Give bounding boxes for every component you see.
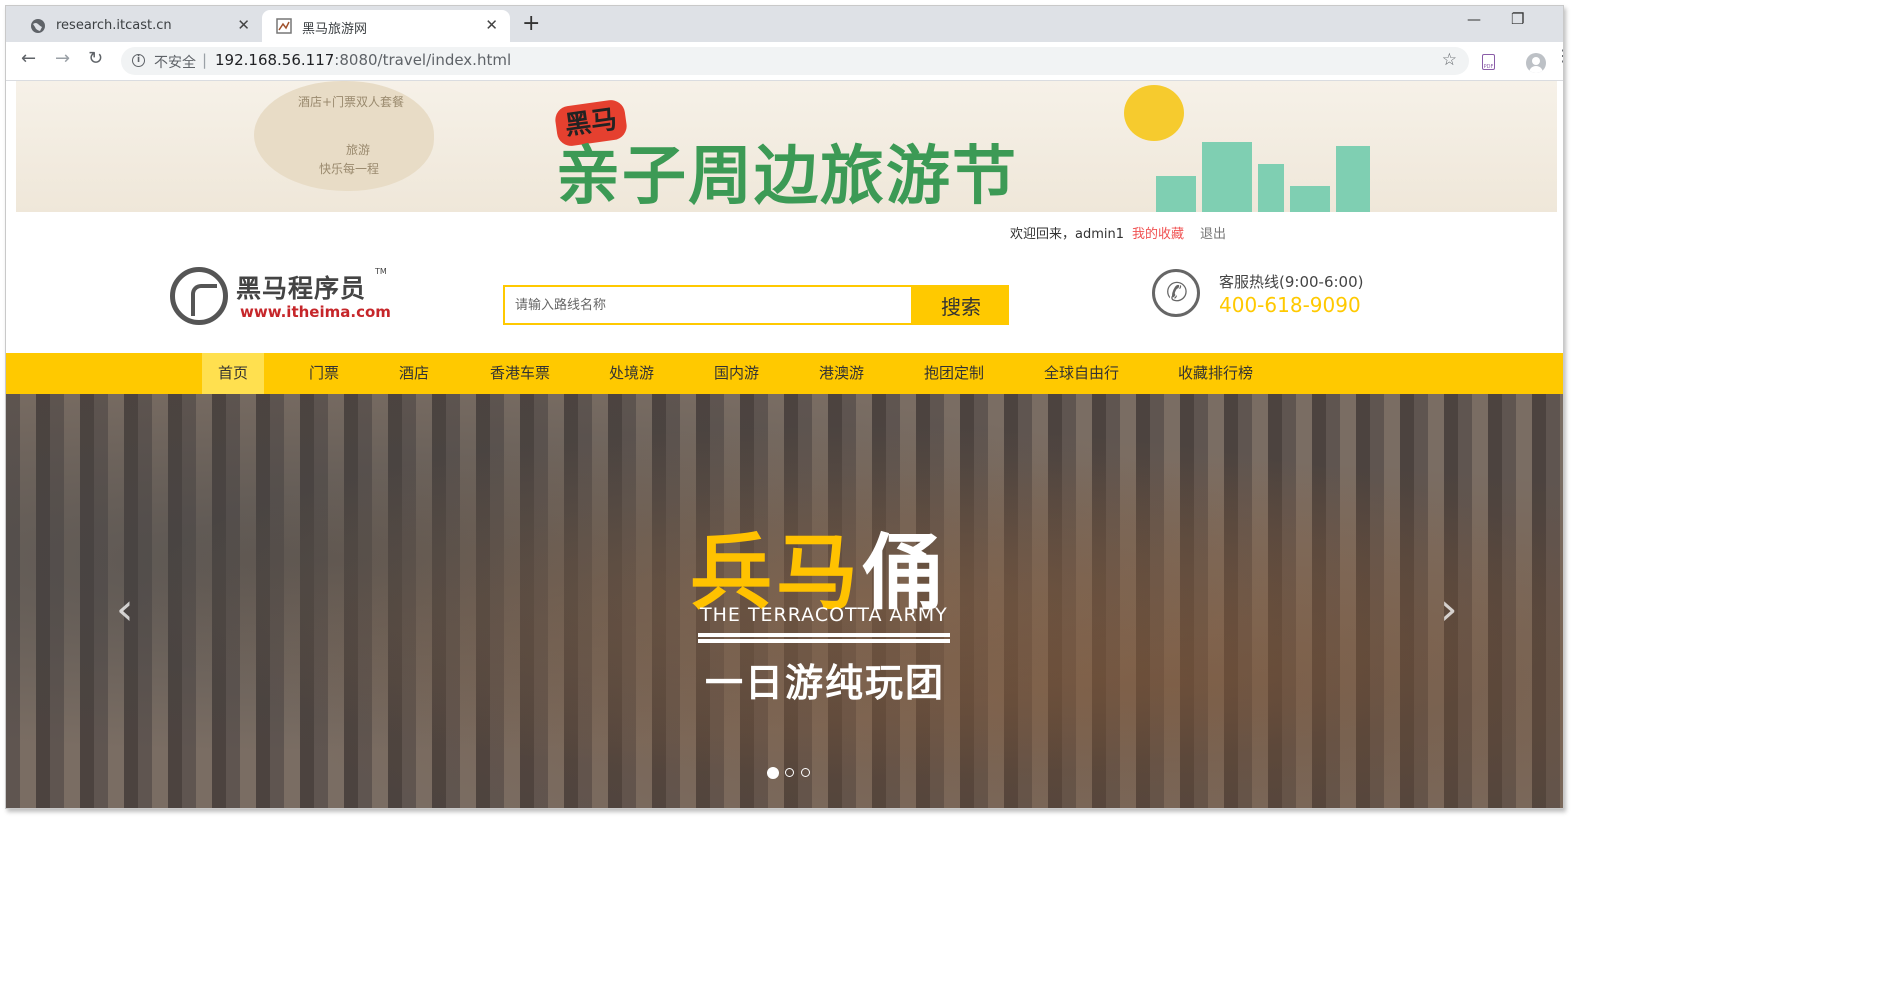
nav-item-hk-macau[interactable]: 港澳游 xyxy=(819,353,864,394)
nav-item-custom-group[interactable]: 抱团定制 xyxy=(924,353,984,394)
close-icon[interactable]: ✕ xyxy=(485,16,498,34)
separator: | xyxy=(202,51,208,69)
url-text[interactable]: 192.168.56.117:8080/travel/index.html xyxy=(215,51,511,69)
carousel-dot[interactable] xyxy=(785,768,794,777)
forward-icon[interactable]: → xyxy=(55,50,70,68)
carousel-dot[interactable] xyxy=(767,767,779,779)
hero-divider xyxy=(698,633,950,637)
nav-item-global-free[interactable]: 全球自由行 xyxy=(1044,353,1119,394)
browser-window: research.itcast.cn ✕ 黑马旅游网 ✕ + — ❐ ← → ↻… xyxy=(5,5,1564,809)
banner-side-text: 快乐每一程 xyxy=(319,162,380,176)
user-bar: 欢迎回来，admin1 我的收藏 退出 xyxy=(6,212,1563,248)
nav-item-tickets[interactable]: 门票 xyxy=(309,353,339,394)
url-host: 192.168.56.117 xyxy=(215,51,335,69)
security-label: 不安全 xyxy=(154,55,196,71)
nav-item-outbound[interactable]: 处境游 xyxy=(609,353,654,394)
tab-strip: research.itcast.cn ✕ 黑马旅游网 ✕ + — ❐ xyxy=(6,6,1563,42)
page-viewport: 酒店+门票双人套餐 旅游 快乐每一程 黑马 亲子周边旅游节 欢迎回来，admin… xyxy=(6,81,1563,808)
city-building xyxy=(1290,186,1330,212)
carousel-dot[interactable] xyxy=(801,768,810,777)
nav-item-home[interactable]: 首页 xyxy=(202,353,265,394)
phone-icon: ✆ xyxy=(1152,269,1200,317)
info-icon[interactable]: i xyxy=(132,54,145,67)
tab-title: 黑马旅游网 xyxy=(302,22,368,37)
restore-icon[interactable]: ❐ xyxy=(1511,10,1524,28)
nav-item-hk-bus[interactable]: 香港车票 xyxy=(490,353,550,394)
hotline-label: 客服热线(9:00-6:00) xyxy=(1219,273,1364,291)
banner-side-text: 酒店+门票双人套餐 xyxy=(298,95,405,109)
hero-subtitle-cn: 一日游纯玩团 xyxy=(705,661,946,705)
horse-logo-icon xyxy=(170,267,228,325)
nav-item-domestic[interactable]: 国内游 xyxy=(714,353,759,394)
tab-heima-travel[interactable]: 黑马旅游网 ✕ xyxy=(262,10,510,42)
reload-icon[interactable]: ↻ xyxy=(88,50,103,68)
city-building xyxy=(1258,164,1284,212)
hotline-number: 400-618-9090 xyxy=(1219,293,1361,317)
top-banner[interactable]: 酒店+门票双人套餐 旅游 快乐每一程 黑马 亲子周边旅游节 xyxy=(16,81,1557,212)
bookmark-star-icon[interactable]: ☆ xyxy=(1442,50,1457,70)
globe-icon xyxy=(31,19,45,33)
tab-research[interactable]: research.itcast.cn ✕ xyxy=(16,10,262,42)
site-logo[interactable]: 黑马程序员 TM www.itheima.com xyxy=(170,267,391,329)
search-button[interactable]: 搜索 xyxy=(913,285,1009,325)
city-building xyxy=(1336,146,1370,212)
hero-carousel[interactable]: 兵马俑 THE TERRACOTTA ARMY 一日游纯玩团 ‹ › xyxy=(6,394,1563,808)
my-favorites-link[interactable]: 我的收藏 xyxy=(1132,223,1184,242)
logout-link[interactable]: 退出 xyxy=(1200,223,1226,242)
pdf-extension-icon[interactable]: PDF xyxy=(1482,54,1495,70)
new-tab-icon[interactable]: + xyxy=(522,13,540,35)
welcome-text: 欢迎回来，admin1 xyxy=(1010,227,1125,242)
back-icon[interactable]: ← xyxy=(21,50,36,68)
browser-toolbar: ← → ↻ i 不安全 | 192.168.56.117:8080/travel… xyxy=(6,42,1563,81)
menu-icon[interactable]: ⋮ xyxy=(1555,48,1563,64)
close-icon[interactable]: ✕ xyxy=(237,16,250,34)
profile-avatar-icon[interactable] xyxy=(1526,53,1546,73)
city-building xyxy=(1202,142,1252,212)
logo-trademark: TM xyxy=(375,267,387,276)
site-favicon-icon xyxy=(276,18,292,34)
sun-icon xyxy=(1124,85,1184,141)
main-nav: 首页 门票 酒店 香港车票 处境游 国内游 港澳游 抱团定制 全球自由行 收藏排… xyxy=(6,353,1563,394)
route-search-input[interactable] xyxy=(503,285,913,325)
url-path: :8080/travel/index.html xyxy=(334,51,512,69)
banner-title: 亲子周边旅游节 xyxy=(556,140,1018,212)
nav-item-hotels[interactable]: 酒店 xyxy=(399,353,429,394)
city-building xyxy=(1156,176,1196,212)
logo-name: 黑马程序员 xyxy=(236,274,367,303)
nav-item-favorites-rank[interactable]: 收藏排行榜 xyxy=(1178,353,1253,394)
address-bar[interactable]: i 不安全 | 192.168.56.117:8080/travel/index… xyxy=(121,47,1469,75)
minimize-icon[interactable]: — xyxy=(1467,12,1481,28)
carousel-next-icon[interactable]: › xyxy=(1440,588,1458,632)
tab-title: research.itcast.cn xyxy=(56,18,172,33)
banner-side-text: 旅游 xyxy=(346,143,371,157)
logo-url: www.itheima.com xyxy=(240,303,391,321)
carousel-prev-icon[interactable]: ‹ xyxy=(116,588,134,632)
hero-subtitle-en: THE TERRACOTTA ARMY xyxy=(700,604,948,626)
